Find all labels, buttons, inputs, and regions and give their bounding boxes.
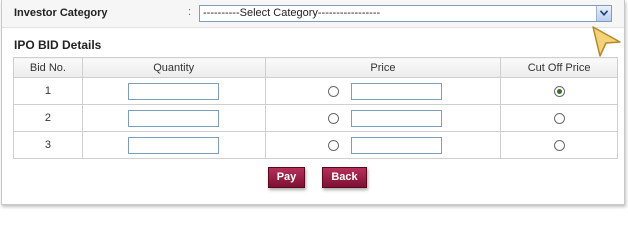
cut-off-cell bbox=[500, 131, 618, 159]
bid-no-cell: 1 bbox=[13, 77, 83, 105]
price-cell bbox=[264, 104, 502, 132]
quantity-cell bbox=[81, 104, 266, 132]
bid-no-cell: 3 bbox=[13, 131, 83, 159]
quantity-cell bbox=[81, 77, 266, 105]
cut-off-cell bbox=[500, 104, 618, 132]
table-header-row: Bid No. Quantity Price Cut Off Price bbox=[13, 57, 618, 78]
quantity-input[interactable] bbox=[128, 82, 220, 100]
investor-category-row: Investor Category : ----------Select Cat… bbox=[2, 0, 624, 28]
quantity-input[interactable] bbox=[128, 136, 220, 154]
bid-details-table: Bid No. Quantity Price Cut Off Price 1 2… bbox=[13, 57, 618, 159]
cut-off-cell bbox=[500, 77, 618, 105]
price-cell bbox=[264, 131, 502, 159]
cut-off-radio[interactable] bbox=[553, 139, 565, 151]
price-radio[interactable] bbox=[327, 85, 339, 97]
investor-category-colon: : bbox=[188, 6, 192, 18]
cut-off-radio[interactable] bbox=[553, 112, 565, 124]
table-row: 1 bbox=[13, 77, 618, 105]
header-quantity: Quantity bbox=[81, 57, 266, 78]
ipo-bid-panel: Investor Category : ----------Select Cat… bbox=[1, 0, 625, 205]
back-button[interactable]: Back bbox=[322, 167, 367, 188]
bid-no-cell: 2 bbox=[13, 104, 83, 132]
price-cell bbox=[264, 77, 502, 105]
section-title: IPO BID Details bbox=[14, 38, 102, 52]
header-cut-off-price: Cut Off Price bbox=[500, 57, 618, 78]
chevron-down-icon[interactable] bbox=[596, 6, 611, 21]
price-radio[interactable] bbox=[327, 112, 339, 124]
pay-button[interactable]: Pay bbox=[268, 167, 305, 188]
investor-category-selected-value: ----------Select Category---------------… bbox=[203, 7, 381, 19]
header-price: Price bbox=[264, 57, 502, 78]
mouse-pointer-icon bbox=[592, 26, 621, 57]
investor-category-label: Investor Category bbox=[14, 7, 108, 19]
price-input[interactable] bbox=[350, 82, 442, 100]
quantity-input[interactable] bbox=[128, 109, 220, 127]
investor-category-select[interactable]: ----------Select Category---------------… bbox=[199, 5, 612, 22]
table-row: 2 bbox=[13, 104, 618, 132]
cut-off-radio[interactable] bbox=[553, 85, 565, 97]
table-row: 3 bbox=[13, 131, 618, 159]
quantity-cell bbox=[81, 131, 266, 159]
price-input[interactable] bbox=[350, 109, 442, 127]
price-input[interactable] bbox=[350, 136, 442, 154]
price-radio[interactable] bbox=[327, 139, 339, 151]
header-bid-no: Bid No. bbox=[13, 57, 83, 78]
